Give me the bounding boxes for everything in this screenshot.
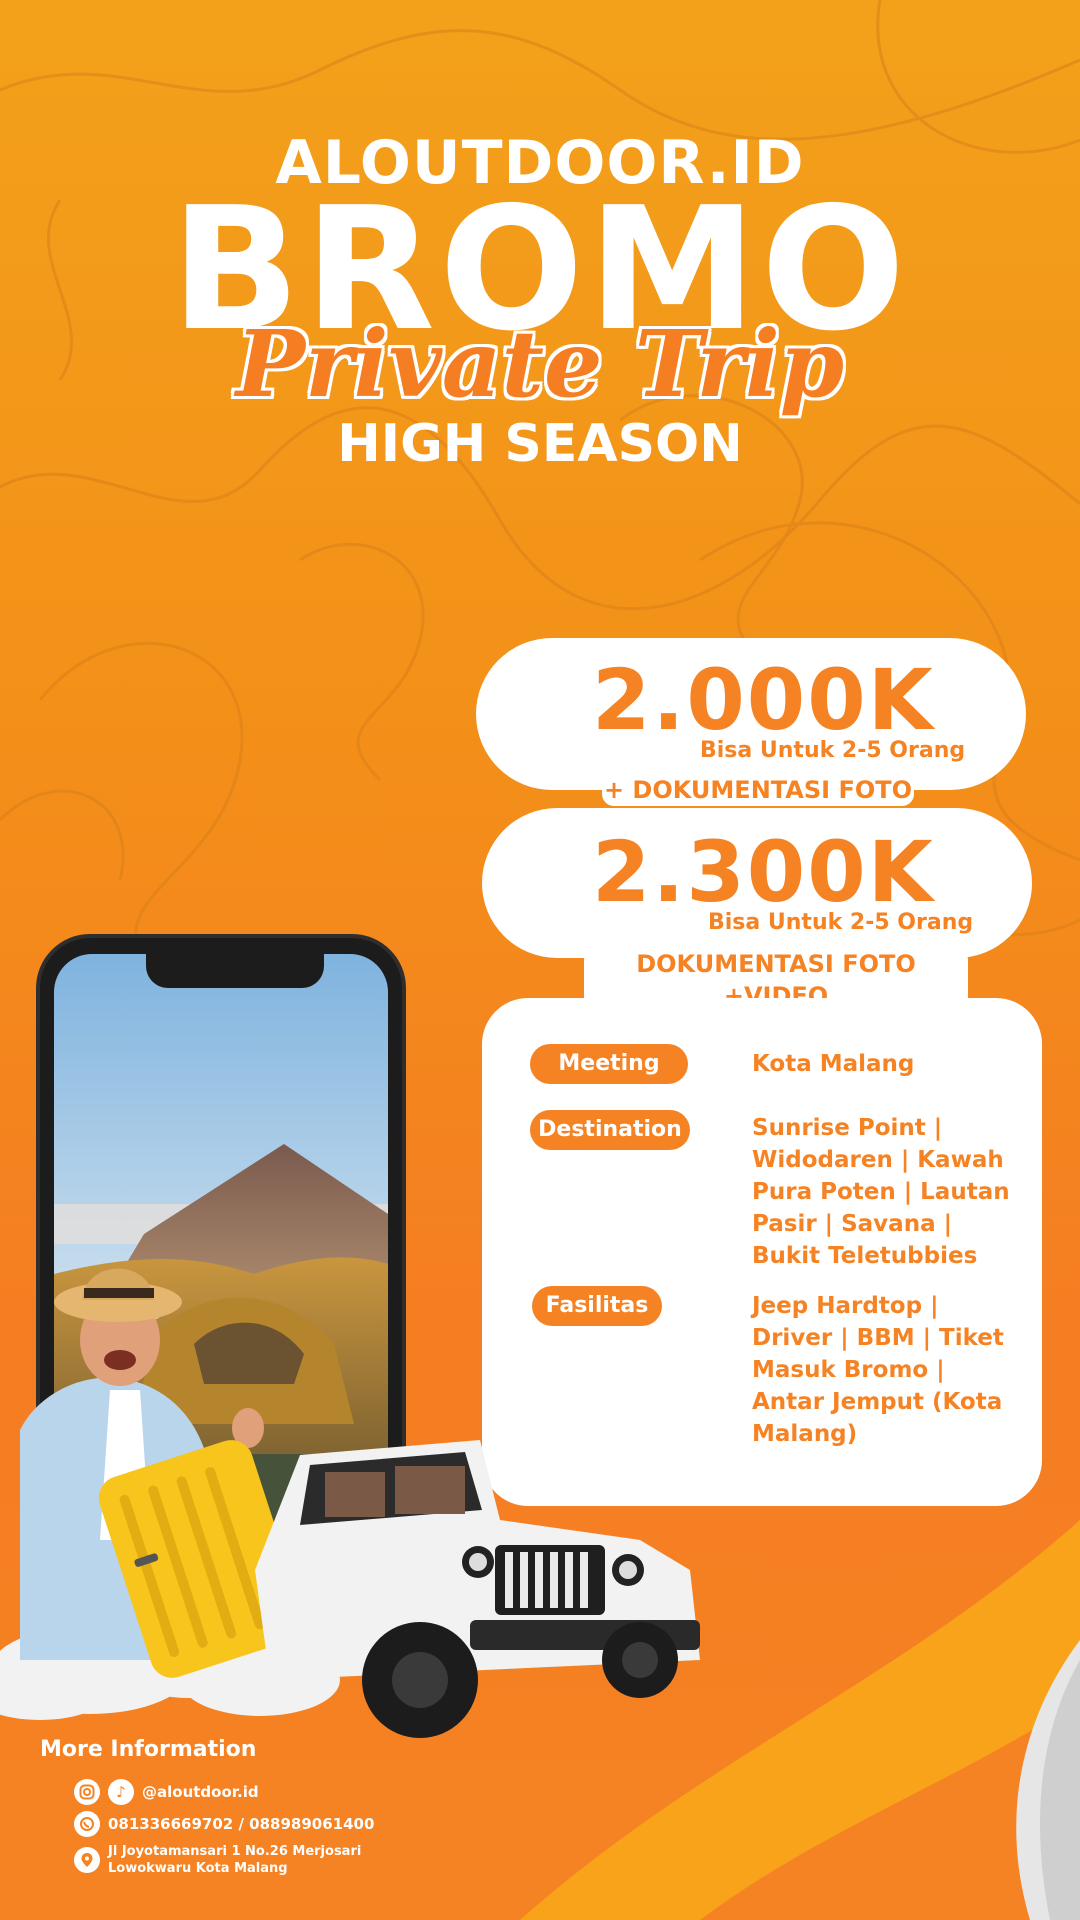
address-line-2: Lowokwaru Kota Malang [108,1861,288,1876]
social-handle: @aloutdoor.id [142,1782,259,1801]
trip-type: Private Trip [235,310,845,418]
address-row: Jl Joyotamansari 1 No.26 Merjosari Lowok… [74,1843,361,1877]
season-label: HIGH SEASON [337,414,743,474]
price-value: 2.000K [592,651,935,749]
whatsapp-icon [74,1811,100,1837]
price-tag-photo: + DOKUMENTASI FOTO [602,774,914,806]
more-information-title: More Information [40,1737,257,1762]
price-card-photo: 2.000K Bisa Untuk 2-5 Orang [476,638,1026,790]
price-card-photo-video: 2.300K Bisa Untuk 2-5 Orang [482,808,1032,958]
destination-label: Destination [530,1110,690,1150]
destination-value: Sunrise Point | Widodaren | Kawah Pura P… [752,1115,1010,1269]
price-value: 2.300K [592,823,935,921]
traveler-jeep-illustration [0,1268,700,1738]
social-row: ♪ @aloutdoor.id [74,1779,259,1805]
price-note: Bisa Untuk 2-5 Orang [700,738,966,763]
phone-row: 081336669702 / 088989061400 [74,1811,374,1837]
address-line-1: Jl Joyotamansari 1 No.26 Merjosari [108,1844,362,1859]
poster: ALOUTDOOR.ID BROMO Private Trip HIGH SEA… [0,0,1080,1920]
phone-numbers: 081336669702 / 088989061400 [108,1814,375,1833]
tiktok-icon: ♪ [108,1779,134,1805]
price-note: Bisa Untuk 2-5 Orang [708,910,974,935]
meeting-point-label: Meeting Point [530,1044,688,1116]
instagram-icon [74,1779,100,1805]
phone-notch [146,954,324,988]
facilities-value: Jeep Hardtop | Driver | BBM | Tiket Masu… [752,1293,1004,1447]
page-curl [1016,1640,1080,1920]
meeting-point-value: Kota Malang [752,1051,915,1077]
location-pin-icon [74,1847,100,1873]
